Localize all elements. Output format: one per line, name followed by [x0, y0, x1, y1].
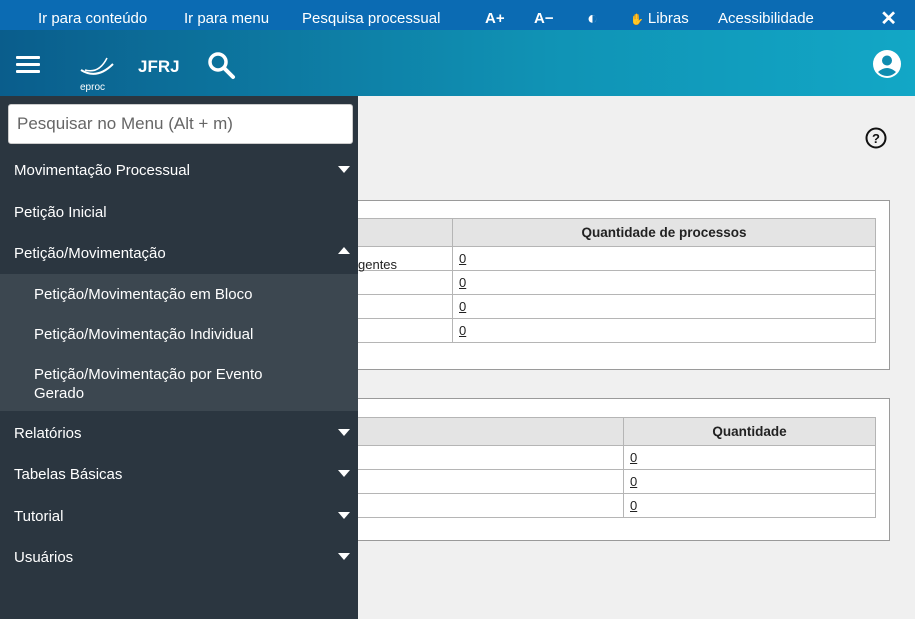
search-icon[interactable]: [206, 50, 236, 80]
eproc-logo: [80, 57, 114, 75]
skip-to-menu-link[interactable]: Ir para menu: [184, 10, 269, 27]
row-label-partial: gentes: [358, 257, 398, 272]
side-menu: Movimentação Processual Petição Inicial …: [0, 96, 358, 619]
count-link[interactable]: 0: [459, 299, 466, 314]
close-icon[interactable]: ✕: [880, 6, 897, 31]
submenu-item-individual[interactable]: Petição/Movimentação Individual: [34, 325, 334, 344]
menu-search-input[interactable]: [8, 104, 353, 144]
menu-item-tutorial[interactable]: Tutorial: [0, 497, 358, 535]
count-link[interactable]: 0: [459, 275, 466, 290]
column-header-process-count: Quantidade de processos: [452, 218, 876, 247]
submenu-item-evento-gerado[interactable]: Petição/Movimentação por Evento Gerado: [34, 365, 314, 403]
chevron-down-icon: [338, 429, 350, 436]
submenu-peticao-movimentacao: Petição/Movimentação em Bloco Petição/Mo…: [0, 274, 358, 411]
contrast-icon[interactable]: ◐: [587, 8, 598, 29]
column-header-blank: [340, 417, 624, 446]
menu-item-tabelas-basicas[interactable]: Tabelas Básicas: [0, 455, 358, 493]
menu-item-relatorios[interactable]: Relatórios: [0, 414, 358, 452]
chevron-down-icon: [338, 470, 350, 477]
libras-button[interactable]: ✋ Libras: [630, 10, 689, 27]
menu-item-usuarios[interactable]: Usuários: [0, 538, 358, 576]
table-row: 0: [340, 493, 876, 518]
quantity-link[interactable]: 0: [630, 450, 637, 465]
quantity-table: Quantidade 0 0 0: [340, 417, 876, 518]
count-link[interactable]: 0: [459, 251, 466, 266]
chevron-down-icon: [338, 166, 350, 173]
menu-item-peticao-movimentacao[interactable]: Petição/Movimentação: [0, 234, 358, 272]
svg-text:?: ?: [872, 131, 880, 146]
menu-item-label: Usuários: [14, 548, 74, 566]
table-row: 0: [340, 445, 876, 470]
court-name: JFRJ: [138, 57, 180, 76]
submenu-item-bloco[interactable]: Petição/Movimentação em Bloco: [34, 285, 334, 304]
column-header-quantity: Quantidade: [623, 417, 876, 446]
menu-item-movimentacao-processual[interactable]: Movimentação Processual: [0, 151, 358, 189]
table-row: 0: [340, 294, 876, 319]
menu-item-label: Tabelas Básicas: [14, 465, 123, 483]
accessibility-bar: Ir para conteúdo Ir para menu Pesquisa p…: [0, 0, 915, 30]
menu-item-label: Petição/Movimentação: [14, 244, 166, 262]
process-count-table: Quantidade de processos 0 0 0 0: [340, 218, 876, 343]
menu-item-label: Tutorial: [14, 507, 64, 525]
process-search-link[interactable]: Pesquisa processual: [302, 10, 440, 27]
hand-icon: ✋: [630, 14, 644, 26]
skip-to-content-link[interactable]: Ir para conteúdo: [38, 10, 147, 27]
logo-text: eproc: [80, 82, 106, 93]
help-icon[interactable]: ?: [865, 127, 887, 149]
menu-item-label: Petição Inicial: [14, 203, 107, 221]
menu-icon[interactable]: [16, 56, 40, 74]
app-header: eproc JFRJ: [0, 30, 915, 96]
quantity-link[interactable]: 0: [630, 474, 637, 489]
chevron-down-icon: [338, 512, 350, 519]
accessibility-link[interactable]: Acessibilidade: [718, 10, 814, 27]
font-increase-button[interactable]: A+: [485, 10, 505, 27]
menu-item-label: Relatórios: [14, 424, 82, 442]
quantity-link[interactable]: 0: [630, 498, 637, 513]
table-row: 0: [340, 469, 876, 494]
font-decrease-button[interactable]: A−: [534, 10, 554, 27]
count-link[interactable]: 0: [459, 323, 466, 338]
table-row: 0: [340, 318, 876, 343]
chevron-up-icon: [338, 247, 350, 254]
table-row: 0: [340, 270, 876, 295]
table-row: 0: [340, 246, 876, 271]
chevron-down-icon: [338, 553, 350, 560]
menu-item-peticao-inicial[interactable]: Petição Inicial: [0, 193, 358, 231]
libras-label: Libras: [647, 10, 689, 27]
user-icon[interactable]: [873, 50, 901, 78]
menu-item-label: Movimentação Processual: [14, 161, 190, 179]
